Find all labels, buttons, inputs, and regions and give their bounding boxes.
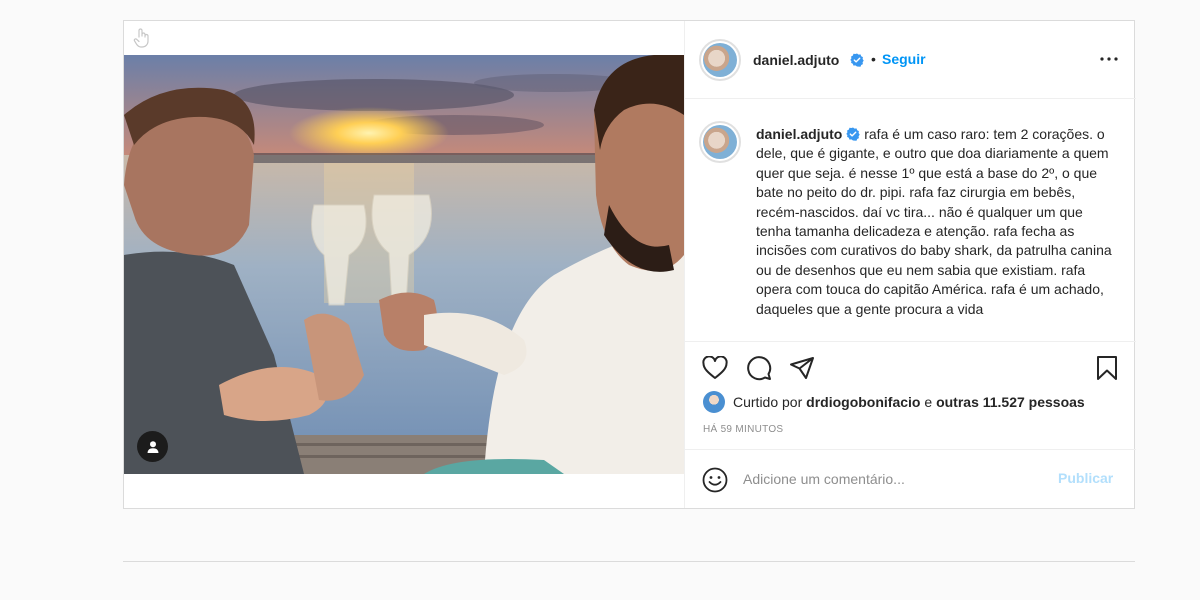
liker-avatar[interactable] [703,391,725,413]
verified-badge-icon [850,53,864,67]
user-tag-icon [147,440,158,453]
hand-pointer-icon [133,28,149,48]
header-separator: • [871,51,876,67]
user-tag-button[interactable] [137,431,168,462]
caption-author-avatar[interactable] [699,121,741,163]
publish-button[interactable]: Publicar [1058,470,1113,486]
save-button[interactable] [1093,354,1121,382]
liker-username[interactable]: drdiogobonifacio [806,394,920,410]
instagram-post-embed: daniel.adjuto • Seguir daniel.adjuto raf… [123,20,1136,509]
action-bar [685,341,1136,387]
verified-badge-icon [846,127,861,141]
caption-author-username[interactable]: daniel.adjuto [756,126,842,142]
comment-button[interactable] [745,354,773,382]
caption-section: daniel.adjuto rafa é um caso raro: tem 2… [685,100,1136,340]
paper-plane-icon [790,357,814,379]
more-options-button[interactable] [1097,47,1121,71]
likes-others-link[interactable]: outras 11.527 pessoas [936,394,1085,410]
post-header: daniel.adjuto • Seguir [685,21,1136,99]
page-divider [123,561,1135,562]
post-sidebar: daniel.adjuto • Seguir daniel.adjuto raf… [684,21,1136,508]
likes-connector: e [924,394,933,410]
comment-icon [747,356,772,381]
bookmark-icon [1097,356,1117,380]
heart-icon [702,356,728,379]
like-button[interactable] [701,354,729,382]
comment-input[interactable] [743,468,1043,490]
author-avatar[interactable] [699,39,741,81]
follow-button[interactable]: Seguir [882,51,926,67]
caption-text: rafa é um caso raro: tem 2 corações. o d… [756,126,1112,317]
photo-illustration [124,55,684,474]
post-caption: daniel.adjuto rafa é um caso raro: tem 2… [756,125,1116,319]
post-photo[interactable] [124,55,684,474]
author-username[interactable]: daniel.adjuto [753,52,839,68]
likes-prefix: Curtido por [733,394,803,410]
likes-summary: Curtido por drdiogobonifacio e outras 11… [703,391,1085,413]
post-media [124,21,684,508]
more-options-icon [1100,57,1118,61]
emoji-icon[interactable] [701,466,729,494]
post-timestamp[interactable]: HÁ 59 MINUTOS [703,424,783,435]
comment-form: Publicar [685,449,1136,508]
share-button[interactable] [788,354,816,382]
